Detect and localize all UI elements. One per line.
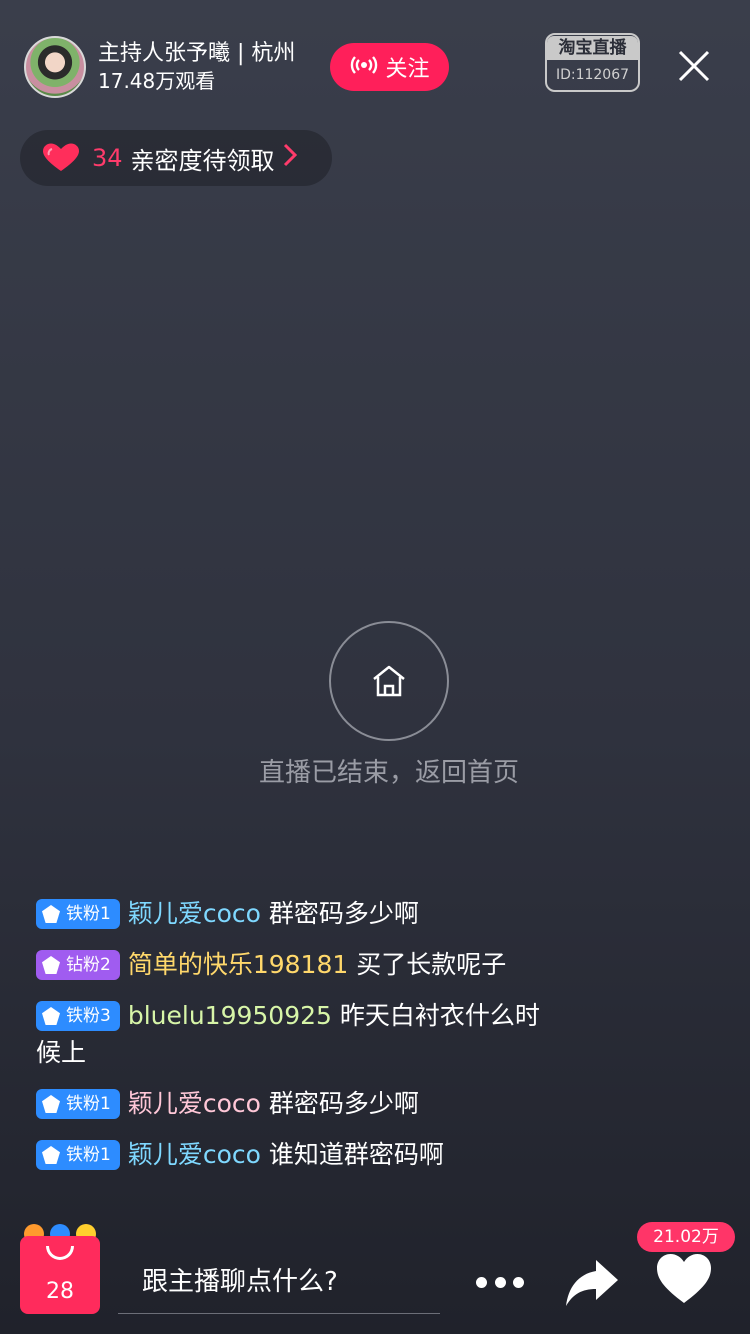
more-button[interactable] (476, 1264, 524, 1300)
fan-badge: 铁粉1 (36, 899, 120, 929)
broadcast-icon (349, 54, 379, 81)
chat-placeholder: 跟主播聊点什么? (142, 1267, 338, 1297)
close-icon (678, 50, 710, 82)
cart-count: 28 (46, 1279, 74, 1304)
comment-user[interactable]: 颖儿爱coco (128, 1140, 261, 1169)
viewer-count: 17.48万观看 (98, 69, 216, 93)
share-icon (566, 1260, 618, 1306)
platform-logo: 淘宝直播 (547, 35, 638, 60)
fan-badge: 铁粉1 (36, 1140, 120, 1170)
comment-item: 铁粉3 bluelu19950925 昨天白衬衣什么时候上 (36, 997, 556, 1071)
fan-badge: 铁粉3 (36, 1001, 120, 1031)
comment-user[interactable]: 颖儿爱coco (128, 1089, 261, 1118)
comment-text: 谁知道群密码啊 (268, 1140, 444, 1169)
intimacy-reward[interactable]: 34 亲密度待领取 (20, 130, 332, 186)
comment-list: 铁粉1 颖儿爱coco 群密码多少啊 钻粉2 简单的快乐198181 买了长款呢子 铁粉… (36, 895, 556, 1187)
close-button[interactable] (672, 44, 716, 88)
chevron-right-icon (283, 143, 297, 173)
intimacy-count: 34 (92, 144, 123, 172)
more-icon (476, 1276, 487, 1288)
comment-item: 铁粉1 颖儿爱coco 群密码多少啊 (36, 895, 556, 932)
comment-user[interactable]: 简单的快乐198181 (128, 950, 348, 979)
stream-ended-text[interactable]: 直播已结束，返回首页 (0, 752, 750, 789)
comment-item: 钻粉2 简单的快乐198181 买了长款呢子 (36, 946, 556, 983)
comment-text: 群密码多少啊 (268, 1089, 419, 1118)
platform-badge: 淘宝直播 ID:112067 (545, 33, 640, 92)
intimacy-label: 亲密度待领取 (130, 146, 275, 175)
home-button[interactable] (329, 621, 449, 741)
comment-user[interactable]: 颖儿爱coco (128, 899, 261, 928)
shopping-bag-button[interactable]: 28 (20, 1224, 100, 1314)
host-name: 主持人张予曦 | 杭州 (98, 41, 296, 66)
fan-badge: 铁粉1 (36, 1089, 120, 1119)
room-id: ID:112067 (555, 66, 630, 83)
follow-label: 关注 (385, 57, 430, 82)
comment-text: 买了长款呢子 (356, 950, 507, 979)
home-icon (373, 665, 405, 697)
like-count: 21.02万 (637, 1222, 735, 1252)
like-button[interactable] (655, 1252, 713, 1310)
host-text: 主持人张予曦 | 杭州 17.48万观看 (98, 40, 295, 94)
comment-item: 铁粉1 颖儿爱coco 谁知道群密码啊 (36, 1136, 556, 1173)
like-icon (657, 1254, 711, 1303)
shopping-bag-icon: 28 (20, 1236, 100, 1314)
comment-user[interactable]: bluelu19950925 (128, 1001, 332, 1030)
share-button[interactable] (562, 1252, 622, 1312)
host-avatar[interactable] (24, 36, 86, 98)
comment-text: 群密码多少啊 (268, 899, 419, 928)
chat-input[interactable]: 跟主播聊点什么? (118, 1246, 440, 1314)
follow-button[interactable]: 关注 (330, 43, 449, 91)
heart-icon (43, 143, 79, 171)
fan-badge: 钻粉2 (36, 950, 120, 980)
comment-item: 铁粉1 颖儿爱coco 群密码多少啊 (36, 1085, 556, 1122)
